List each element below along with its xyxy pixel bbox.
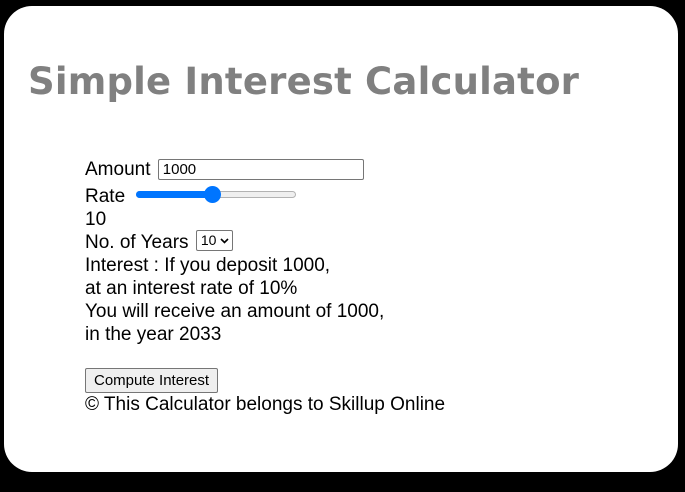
rate-slider[interactable]: [136, 185, 297, 203]
result-line-2: at an interest rate of 10%: [85, 278, 298, 299]
years-selected-value: 10: [200, 232, 217, 249]
rate-row: Rate: [85, 185, 445, 208]
calculator-form: Amount Rate 10 No. of Years 10 Interest …: [85, 158, 445, 416]
years-label: No. of Years: [85, 232, 189, 253]
years-select[interactable]: 10: [195, 230, 234, 252]
page-title: Simple Interest Calculator: [28, 60, 580, 103]
amount-label: Amount: [85, 159, 151, 180]
result-line-3: You will receive an amount of 1000,: [85, 301, 385, 322]
footer-text: © This Calculator belongs to Skillup Onl…: [85, 394, 446, 415]
amount-row: Amount: [85, 158, 445, 185]
compute-interest-button[interactable]: Compute Interest: [85, 368, 219, 393]
result-line-4: in the year 2033: [85, 324, 222, 345]
rate-slider-fill: [136, 190, 212, 198]
button-row: Compute Interest: [85, 368, 445, 393]
result-line-1: Interest : If you deposit 1000,: [85, 255, 331, 276]
rate-slider-thumb[interactable]: [203, 185, 221, 203]
amount-input[interactable]: [157, 159, 364, 181]
rate-value: 10: [85, 209, 107, 230]
chevron-down-icon: [220, 231, 229, 250]
rate-label: Rate: [85, 186, 126, 207]
calculator-card: Simple Interest Calculator Amount Rate 1…: [4, 6, 678, 472]
years-row: No. of Years 10: [85, 230, 445, 254]
